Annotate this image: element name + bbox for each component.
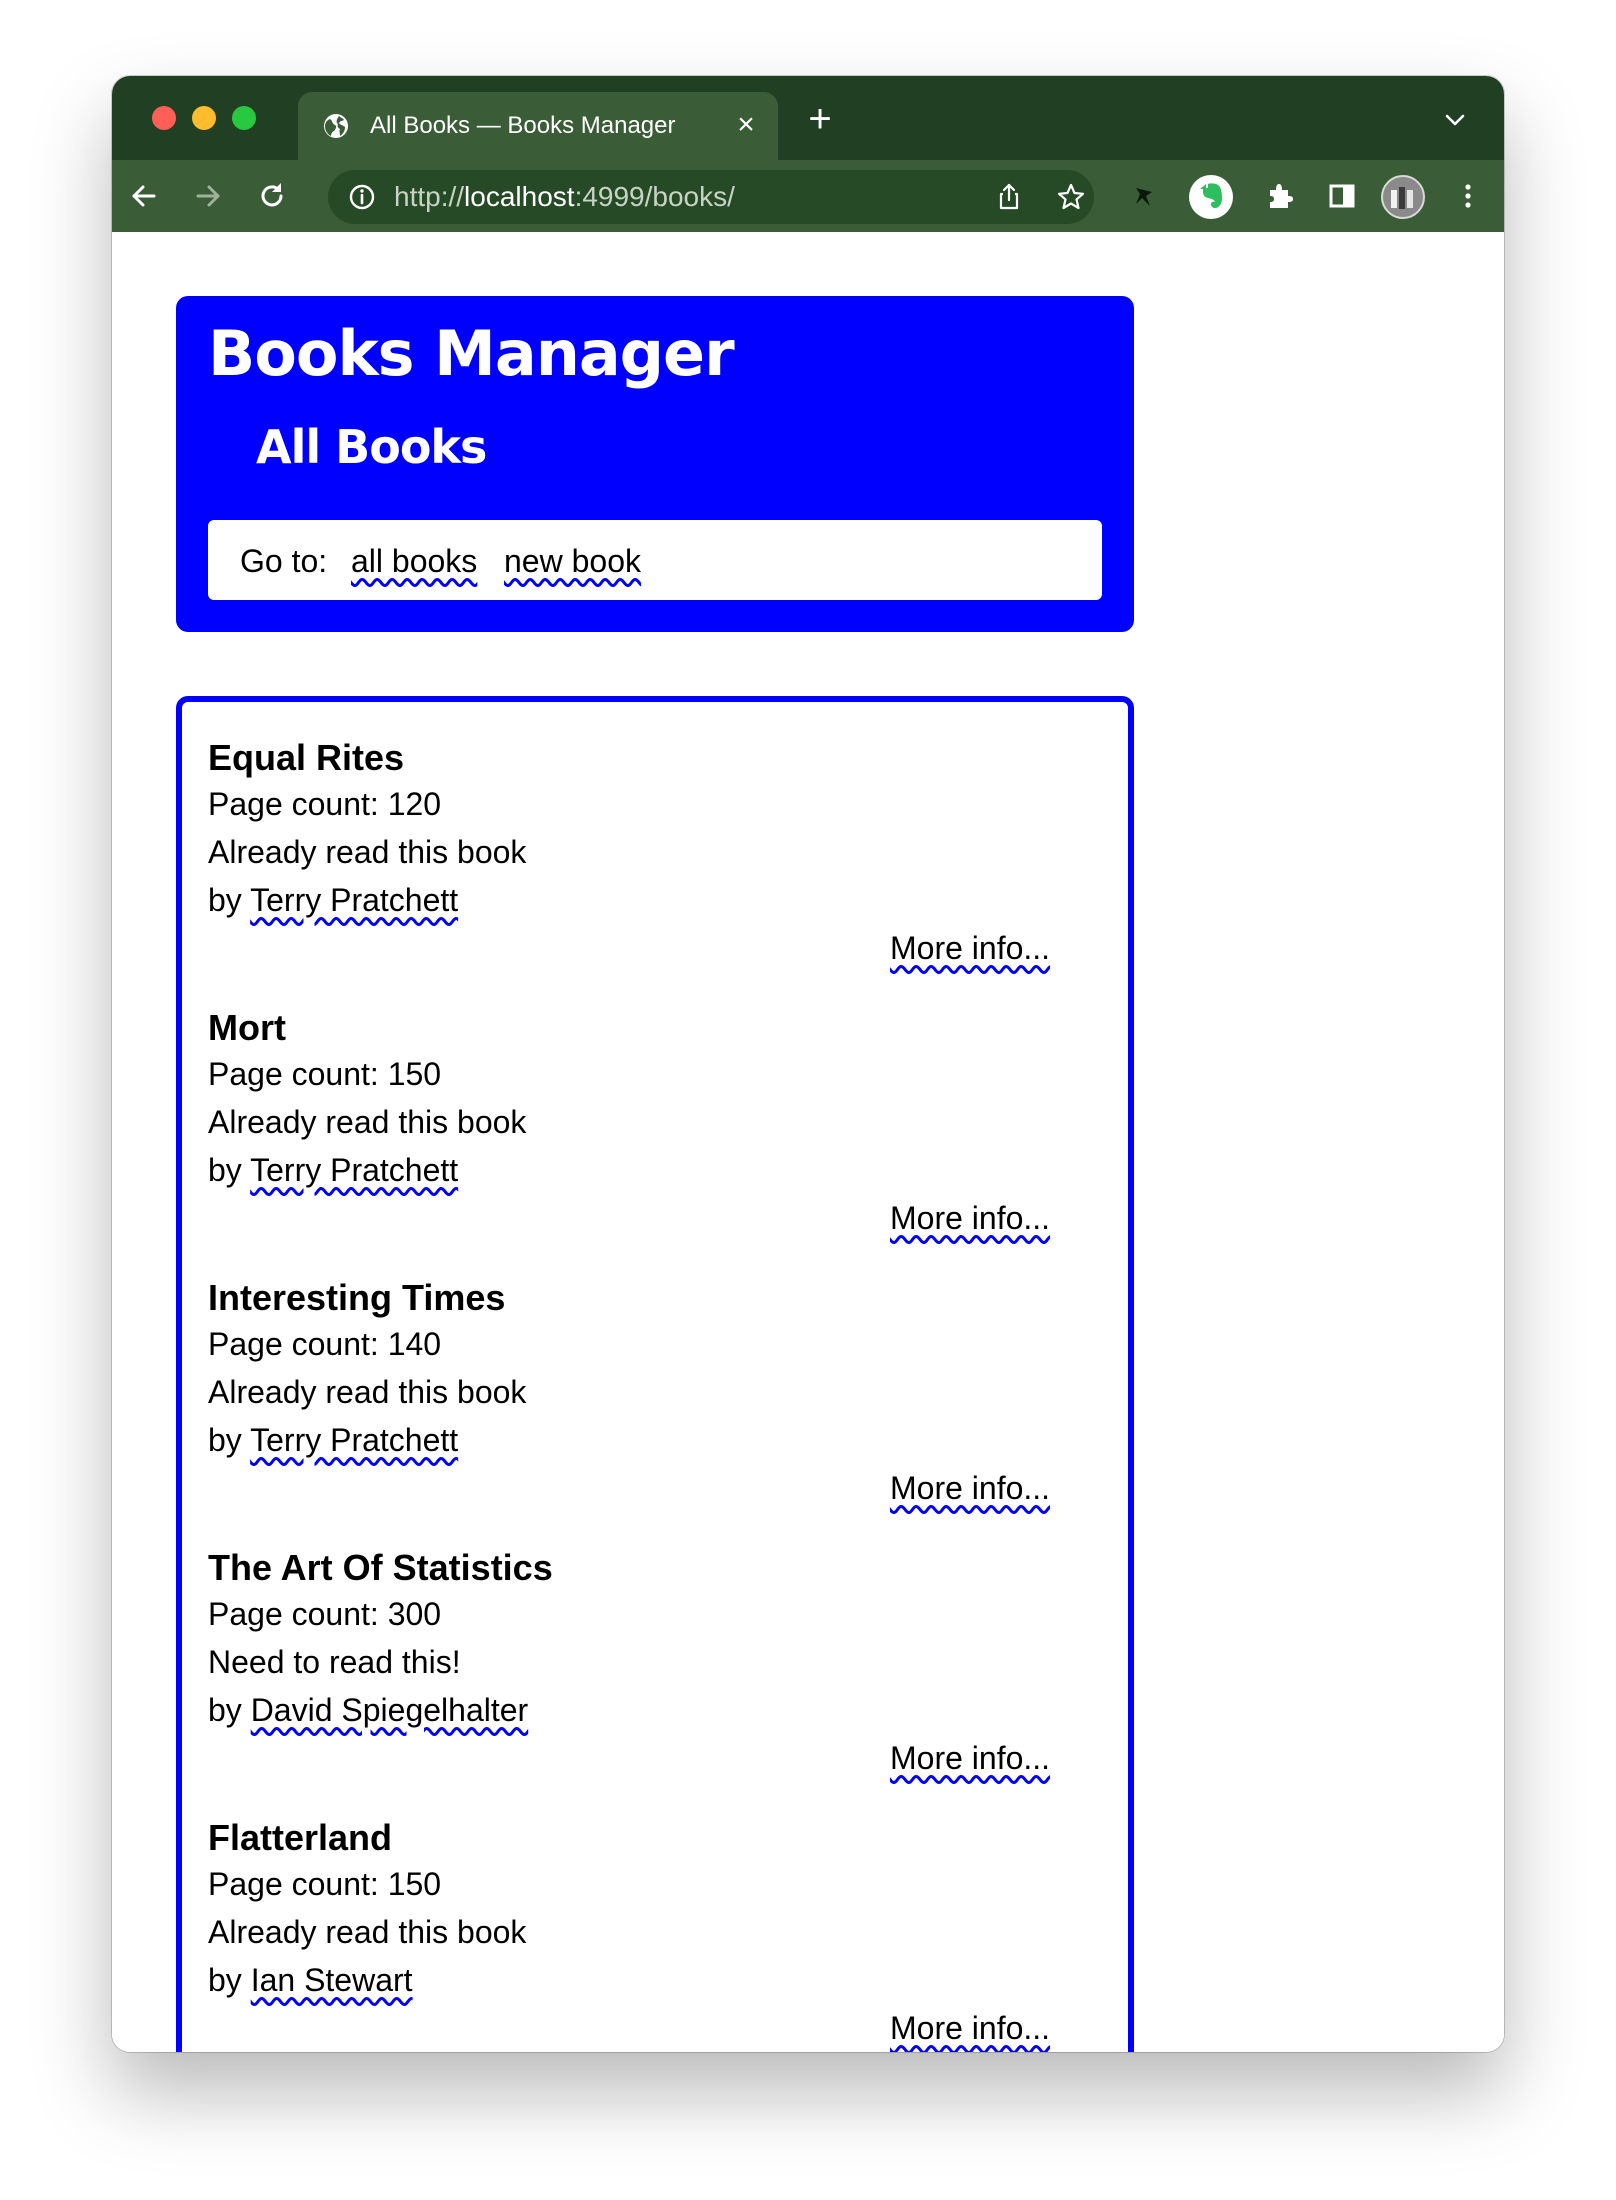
book-title: Mort	[208, 1007, 286, 1048]
pin-icon	[1136, 188, 1152, 206]
tab-close-icon[interactable]: ×	[734, 110, 758, 140]
tab-strip: All Books — Books Manager × +	[112, 76, 1504, 160]
nav-label: Go to:	[240, 543, 328, 579]
tab-all-books[interactable]: All Books — Books Manager ×	[298, 92, 778, 160]
nav-link-new-book[interactable]: new book	[504, 542, 641, 580]
address-bar[interactable]: http://localhost:4999/books/	[328, 170, 1094, 224]
avatar[interactable]	[1380, 174, 1426, 220]
book-list: Equal Rites Page count: 120 Already read…	[176, 696, 1134, 2052]
browser-menu-button[interactable]	[1450, 178, 1486, 214]
zoom-window-button[interactable]	[232, 106, 256, 130]
book-page-count: Page count: 150	[208, 1056, 442, 1092]
site-header: Books Manager All Books Go to: all books…	[176, 296, 1134, 632]
book-title: The Art Of Statistics	[208, 1547, 553, 1588]
side-panel-icon	[1329, 184, 1355, 208]
arrow-right-icon	[196, 185, 220, 207]
book-byline: by Terry Pratchett	[208, 1420, 458, 1460]
book-byline: by David Spiegelhalter	[208, 1690, 528, 1730]
by-label: by	[208, 882, 242, 918]
side-panel-button[interactable]	[1324, 178, 1360, 214]
list-item: Interesting Times Page count: 140 Alread…	[208, 1276, 1088, 1546]
by-label: by	[208, 1422, 242, 1458]
book-title: Equal Rites	[208, 737, 405, 778]
list-item: Flatterland Page count: 150 Already read…	[208, 1816, 1088, 2052]
close-window-button[interactable]	[152, 106, 176, 130]
book-page-count: Page count: 300	[208, 1596, 442, 1632]
list-item: Mort Page count: 150 Already read this b…	[208, 1006, 1088, 1276]
list-item: Equal Rites Page count: 120 Already read…	[208, 736, 1088, 1006]
list-item: The Art Of Statistics Page count: 300 Ne…	[208, 1546, 1088, 1816]
pin-extension-button[interactable]	[1126, 178, 1162, 214]
book-page-count: Page count: 140	[208, 1326, 442, 1362]
url-host: localhost	[464, 181, 575, 212]
book-byline: by Terry Pratchett	[208, 1150, 458, 1190]
book-read-status: Already read this book	[208, 1914, 527, 1950]
book-read-status: Already read this book	[208, 1104, 527, 1140]
evernote-icon	[1189, 175, 1233, 219]
more-info-link[interactable]: More info...	[890, 928, 1050, 968]
more-info-link[interactable]: More info...	[890, 1468, 1050, 1508]
by-label: by	[208, 1962, 242, 1998]
by-label: by	[208, 1152, 242, 1188]
kebab-menu-icon	[1465, 184, 1471, 208]
book-read-status: Already read this book	[208, 1374, 527, 1410]
chevron-down-icon[interactable]	[1442, 110, 1468, 130]
author-link[interactable]: Ian Stewart	[251, 1962, 413, 1998]
share-icon[interactable]	[994, 182, 1024, 212]
by-label: by	[208, 1692, 242, 1728]
page-viewport: Books Manager All Books Go to: all books…	[112, 232, 1504, 2052]
star-icon[interactable]	[1056, 182, 1086, 212]
more-info-link[interactable]: More info...	[890, 1198, 1050, 1238]
site-title: Books Manager	[208, 317, 735, 390]
more-info-link[interactable]: More info...	[890, 1738, 1050, 1778]
nav-link-all-books[interactable]: all books	[351, 542, 477, 580]
book-read-status: Need to read this!	[208, 1644, 461, 1680]
url-scheme: http://	[394, 181, 465, 212]
url-path: :4999/books/	[574, 181, 735, 212]
forward-button[interactable]	[190, 178, 226, 214]
tab-title: All Books — Books Manager	[370, 112, 676, 139]
author-link[interactable]: Terry Pratchett	[250, 1422, 458, 1458]
puzzle-icon	[1270, 184, 1293, 208]
profile-avatar-icon	[1381, 175, 1425, 219]
back-button[interactable]	[126, 178, 162, 214]
page-title: All Books	[256, 420, 487, 474]
reload-icon	[261, 183, 283, 207]
book-byline: by Terry Pratchett	[208, 880, 458, 920]
more-info-link[interactable]: More info...	[890, 2008, 1050, 2048]
screenshot-stage: All Books — Books Manager × + http://loc…	[0, 0, 1616, 2200]
author-link[interactable]: Terry Pratchett	[250, 882, 458, 918]
site-nav: Go to: all books new book	[208, 520, 1102, 600]
minimize-window-button[interactable]	[192, 106, 216, 130]
book-title: Interesting Times	[208, 1277, 506, 1318]
reload-button[interactable]	[254, 178, 290, 214]
book-page-count: Page count: 120	[208, 786, 442, 822]
extensions-button[interactable]	[1262, 178, 1298, 214]
evernote-extension-button[interactable]	[1188, 174, 1234, 220]
new-tab-button[interactable]: +	[804, 99, 836, 139]
book-page-count: Page count: 150	[208, 1866, 442, 1902]
globe-icon	[324, 114, 348, 138]
browser-toolbar: http://localhost:4999/books/	[112, 160, 1504, 232]
browser-window: All Books — Books Manager × + http://loc…	[112, 76, 1504, 2052]
book-byline: by Ian Stewart	[208, 1960, 413, 2000]
arrow-left-icon	[132, 185, 156, 207]
url-text[interactable]: http://localhost:4999/books/	[394, 182, 735, 212]
info-icon[interactable]	[348, 183, 376, 211]
book-read-status: Already read this book	[208, 834, 527, 870]
author-link[interactable]: Terry Pratchett	[250, 1152, 458, 1188]
book-title: Flatterland	[208, 1817, 393, 1858]
author-link[interactable]: David Spiegelhalter	[251, 1692, 529, 1728]
